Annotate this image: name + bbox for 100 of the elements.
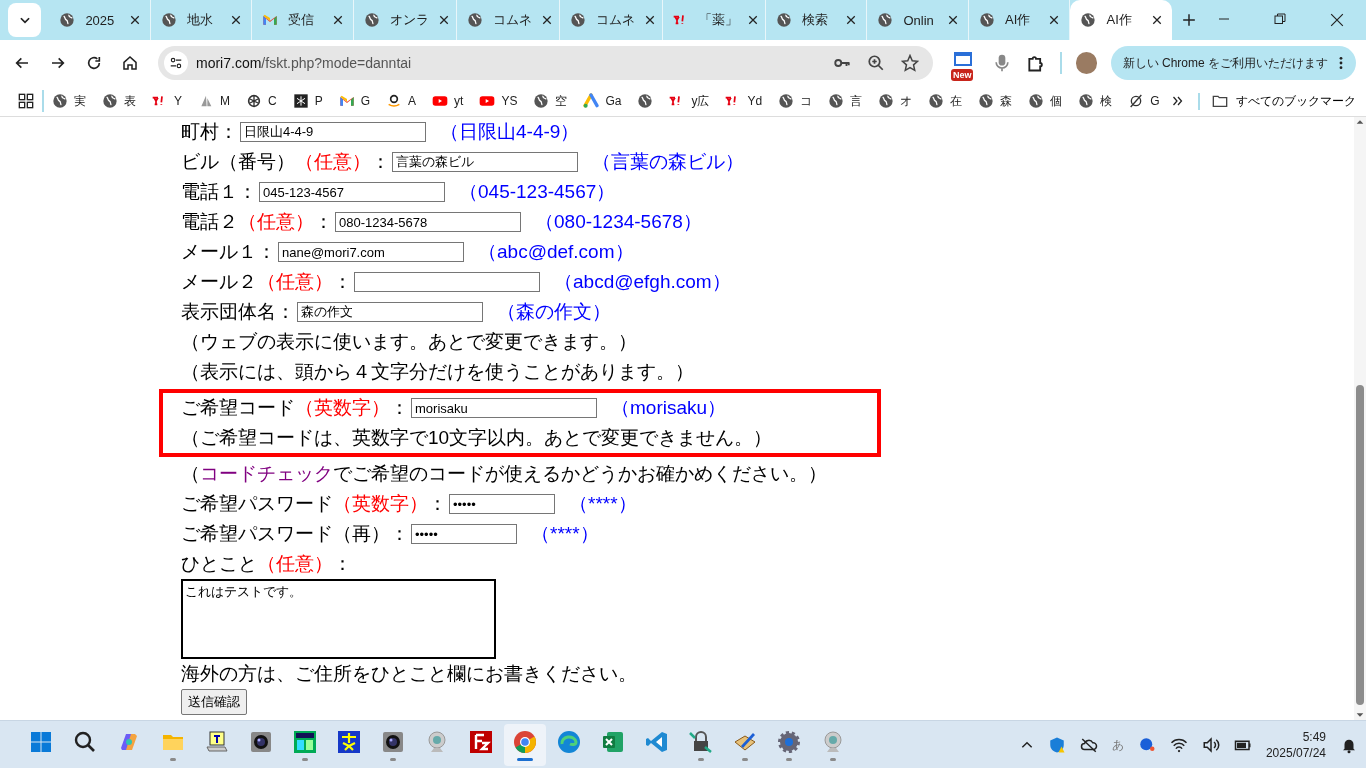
bookmark[interactable]: 個 bbox=[1020, 92, 1071, 110]
input-field[interactable]: 日限山4-4-9 bbox=[240, 122, 426, 142]
browser-tab[interactable]: 地水 bbox=[150, 0, 253, 40]
globe-icon bbox=[928, 93, 945, 109]
password-field[interactable]: ••••• bbox=[449, 494, 555, 514]
example-text: （morisaku） bbox=[611, 396, 727, 420]
browser-tab[interactable]: オンラ bbox=[353, 0, 457, 40]
example-text: （****） bbox=[569, 492, 637, 516]
bookmark[interactable]: 森 bbox=[970, 92, 1021, 110]
comment-field[interactable]: これはテストです。 bbox=[181, 579, 496, 659]
bookmark[interactable]: 在 bbox=[920, 92, 971, 110]
bookmark[interactable]: Y bbox=[144, 93, 190, 109]
all-bookmarks[interactable]: すべてのブックマーク bbox=[1198, 92, 1356, 110]
browser-tab[interactable]: Onlin bbox=[867, 0, 969, 40]
globe-icon bbox=[59, 12, 76, 28]
colon: ： bbox=[390, 522, 409, 546]
address-bar[interactable]: mori7.com/fskt.php?mode=danntai bbox=[158, 46, 933, 80]
note-text: （表示には、頭から４文字分だけを使うことがあります。） bbox=[181, 360, 694, 384]
example-text: （080-1234-5678） bbox=[535, 210, 702, 234]
colon: ： bbox=[257, 240, 276, 264]
bookmark[interactable]: y広 bbox=[661, 92, 718, 110]
bookmark[interactable]: yt bbox=[424, 93, 472, 109]
close-icon bbox=[231, 15, 242, 25]
note-text: （ウェブの表示に使います。あとで変更できます。） bbox=[181, 330, 637, 354]
wifi-icon bbox=[1169, 736, 1188, 754]
update-chrome-button[interactable]: 新しい Chrome をご利用いただけます bbox=[1110, 46, 1356, 80]
speaker-icon bbox=[1201, 736, 1220, 754]
note-text: （ご希望コードは、英数字で10文字以内。あとで変更できません。） bbox=[181, 426, 773, 450]
close-icon bbox=[129, 15, 140, 25]
browser-tab[interactable]: 2025 bbox=[49, 0, 151, 40]
field-label: ビル（番号） bbox=[181, 150, 295, 174]
bookmark[interactable]: A bbox=[378, 93, 425, 109]
globe-icon bbox=[637, 93, 654, 109]
scrollbar[interactable] bbox=[1354, 117, 1366, 720]
input-field[interactable]: nane@mori7.com bbox=[278, 242, 464, 262]
code-check-link[interactable]: コードチェック bbox=[200, 463, 333, 484]
browser-tab[interactable]: 検索 bbox=[765, 0, 868, 40]
browser-tab[interactable]: コムネ bbox=[456, 0, 560, 40]
globe-icon bbox=[878, 93, 895, 109]
optional-note: （英数字） bbox=[295, 396, 390, 420]
globe-icon bbox=[160, 12, 177, 28]
close-icon bbox=[332, 15, 343, 25]
back-icon bbox=[14, 55, 30, 71]
submit-button[interactable]: 送信確認 bbox=[181, 689, 247, 715]
bookmark[interactable]: G bbox=[330, 93, 379, 109]
input-field[interactable] bbox=[354, 272, 540, 292]
globe-icon bbox=[363, 12, 380, 28]
apps-grid-icon bbox=[18, 93, 34, 109]
play-icon bbox=[479, 93, 496, 109]
filezilla-icon bbox=[469, 729, 493, 754]
play-icon bbox=[432, 93, 449, 109]
webcam-icon bbox=[821, 729, 845, 754]
bookmark[interactable]: 表 bbox=[94, 92, 144, 110]
browser-tab[interactable]: コムネ bbox=[559, 0, 663, 40]
field-label: メール１ bbox=[181, 240, 257, 264]
bookmark[interactable]: 言 bbox=[820, 92, 871, 110]
app-window-icon bbox=[293, 729, 317, 754]
colon: ： bbox=[333, 552, 352, 576]
password-field[interactable]: ••••• bbox=[411, 524, 517, 544]
bookmark[interactable]: 検 bbox=[1070, 92, 1121, 110]
globe-icon bbox=[828, 93, 845, 109]
browser-tab[interactable]: 「薬」 bbox=[662, 0, 766, 40]
bookmark[interactable]: P bbox=[284, 93, 331, 109]
globe-icon bbox=[52, 93, 68, 109]
browser-tab[interactable]: 受信 bbox=[252, 0, 354, 40]
input-field[interactable]: morisaku bbox=[411, 398, 597, 418]
close-icon bbox=[846, 15, 857, 25]
globe-icon bbox=[102, 93, 118, 109]
mail-icon bbox=[338, 93, 355, 109]
ime-indicator[interactable]: あ bbox=[1111, 736, 1124, 754]
reload-icon bbox=[86, 55, 102, 71]
close-icon bbox=[747, 15, 758, 25]
bookmark[interactable]: コ bbox=[770, 92, 821, 110]
bookmark[interactable]: YS bbox=[471, 93, 526, 109]
bookmark[interactable]: 空 bbox=[525, 92, 576, 110]
globe-icon bbox=[775, 12, 792, 28]
field-label: 電話２ bbox=[181, 210, 238, 234]
bookmark[interactable]: G bbox=[1120, 93, 1168, 109]
input-field[interactable]: 080-1234-5678 bbox=[335, 212, 521, 232]
clock-date: 2025/07/24 bbox=[1265, 746, 1326, 760]
input-field[interactable]: 森の作文 bbox=[297, 302, 483, 322]
double-chevron-icon bbox=[1172, 95, 1184, 107]
close-icon bbox=[947, 15, 958, 25]
bookmark[interactable]: オ bbox=[870, 92, 921, 110]
globe-icon bbox=[569, 12, 586, 28]
globe-icon bbox=[466, 12, 483, 28]
bookmark[interactable]: Ga bbox=[575, 93, 630, 109]
globe-icon bbox=[877, 12, 894, 28]
kanji-app-icon bbox=[337, 729, 361, 754]
bookmark[interactable]: 実 bbox=[44, 92, 94, 110]
input-field[interactable]: 言葉の森ビル bbox=[392, 152, 578, 172]
bookmark[interactable]: C bbox=[238, 93, 285, 109]
bookmark[interactable]: Yd bbox=[717, 93, 771, 109]
code-editor-icon bbox=[645, 729, 669, 754]
browser-tab[interactable]: AI作 bbox=[1070, 0, 1172, 40]
close-icon bbox=[1049, 15, 1060, 25]
bookmark[interactable]: M bbox=[190, 93, 238, 109]
field-label: メール２ bbox=[181, 270, 257, 294]
profile-avatar[interactable] bbox=[1075, 52, 1097, 74]
input-field[interactable]: 045-123-4567 bbox=[259, 182, 445, 202]
